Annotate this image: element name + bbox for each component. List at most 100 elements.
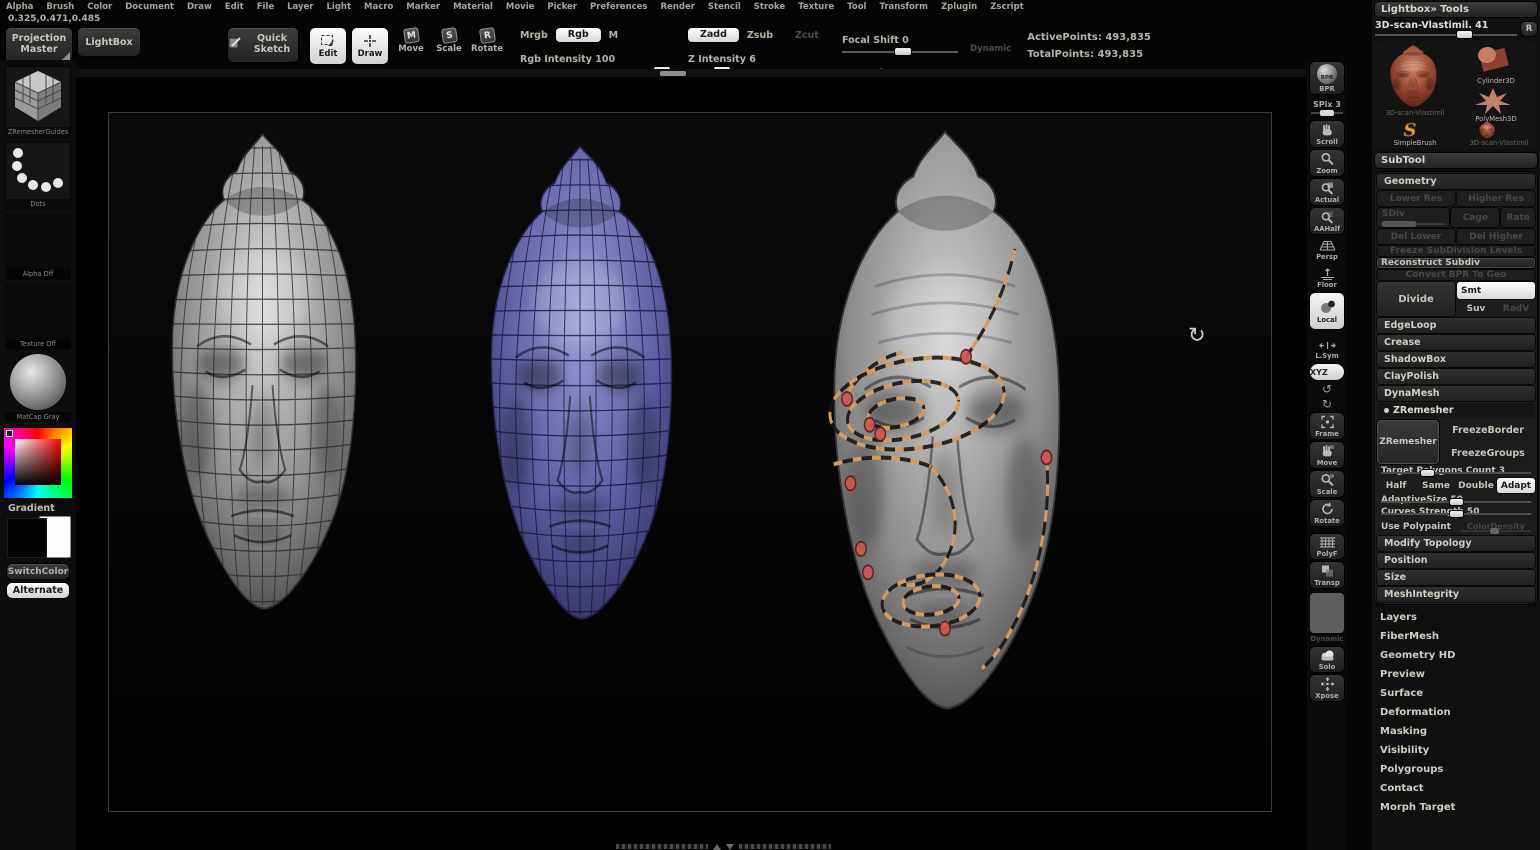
zsub-toggle[interactable]: Zsub [747, 30, 773, 41]
subsection-edgeloop[interactable]: EdgeLoop [1377, 318, 1535, 333]
cage-button[interactable]: Cage [1451, 208, 1499, 227]
target-polygons-slider[interactable]: Target Polygons Count 3 [1377, 466, 1535, 476]
color-picker[interactable] [4, 428, 72, 498]
rotate-canvas-icon[interactable]: ↻ [1188, 323, 1206, 347]
tool-thumb-polymesh3d[interactable] [1473, 87, 1513, 115]
menu-document[interactable]: Document [125, 2, 174, 12]
color-density-slider[interactable]: ColorDensity [1457, 519, 1535, 534]
transp-button[interactable]: Transp [1310, 562, 1344, 588]
tool-thumb-simplebrush[interactable]: S [1397, 121, 1423, 139]
rotate-canvas-button[interactable]: Rotate [1310, 500, 1344, 526]
menu-preferences[interactable]: Preferences [590, 2, 648, 12]
tool-thumb-recent-head[interactable] [1475, 121, 1499, 139]
subsection-crease[interactable]: Crease [1377, 335, 1535, 350]
scale-button[interactable]: S Scale [434, 28, 464, 62]
section-masking[interactable]: Masking [1380, 723, 1537, 739]
current-tool-slider[interactable]: 3D-scan-Vlastimil. 41 [1375, 20, 1517, 38]
subsection-meshintegrity[interactable]: MeshIntegrity [1377, 587, 1535, 602]
current-texture-thumbnail[interactable]: Texture Off [5, 284, 71, 350]
actual-button[interactable]: Actual [1310, 179, 1344, 205]
subsection-claypolish[interactable]: ClayPolish [1377, 369, 1535, 384]
section-contact[interactable]: Contact [1380, 780, 1537, 796]
convert-bpr-button[interactable]: Convert BPR To Geo [1377, 270, 1535, 280]
persp-button[interactable]: Persp [1310, 237, 1344, 262]
subsection-position[interactable]: Position [1377, 553, 1535, 568]
zcut-toggle[interactable]: Zcut [795, 30, 819, 41]
use-polypaint-toggle[interactable]: Use Polypaint [1377, 519, 1455, 534]
curves-strength-slider[interactable]: Curves Strength 50 [1377, 507, 1535, 517]
menu-render[interactable]: Render [661, 2, 695, 12]
orbit-left-button[interactable]: ↺ [1310, 383, 1344, 395]
menu-draw[interactable]: Draw [187, 2, 212, 12]
subsection-size[interactable]: Size [1377, 570, 1535, 585]
subsection-dynamesh[interactable]: DynaMesh [1377, 386, 1535, 401]
lightbox-button[interactable]: LightBox [78, 28, 140, 56]
section-layers[interactable]: Layers [1380, 609, 1537, 625]
adaptive-size-slider[interactable]: AdaptiveSize 50 [1377, 495, 1535, 505]
menu-tool[interactable]: Tool [847, 2, 866, 12]
saturation-value-square[interactable] [15, 439, 61, 485]
section-morph-target[interactable]: Morph Target [1380, 799, 1537, 815]
mrgb-toggle[interactable]: Mrgb [520, 30, 548, 41]
bottom-tray-divider[interactable] [616, 843, 842, 850]
zadd-toggle[interactable]: Zadd [688, 28, 739, 42]
rgb-toggle[interactable]: Rgb [556, 28, 601, 42]
main-color-swatch[interactable] [7, 518, 47, 558]
dynamic-toggle[interactable]: Dynamic [970, 44, 1011, 54]
section-preview[interactable]: Preview [1380, 666, 1537, 682]
menu-brush[interactable]: Brush [46, 2, 74, 12]
polyf-button[interactable]: PolyF [1310, 534, 1344, 559]
floor-button[interactable]: Floor [1310, 265, 1344, 290]
section-visibility[interactable]: Visibility [1380, 742, 1537, 758]
focal-shift-slider[interactable] [842, 47, 958, 56]
double-button[interactable]: Double [1457, 478, 1495, 493]
menu-movie[interactable]: Movie [506, 2, 535, 12]
edit-button[interactable]: Edit [310, 28, 346, 64]
higher-res-button[interactable]: Higher Res [1457, 191, 1535, 206]
orbit-right-button[interactable]: ↻ [1310, 398, 1344, 410]
menu-marker[interactable]: Marker [406, 2, 440, 12]
current-alpha-thumbnail[interactable]: Alpha Off [5, 214, 71, 280]
menu-macro[interactable]: Macro [364, 2, 393, 12]
move-canvas-button[interactable]: Move [1310, 442, 1344, 468]
shelf-divider-handle[interactable] [660, 71, 686, 76]
sdiv-slider[interactable]: SDiv [1377, 208, 1449, 227]
tool-thumb-cylinder3d[interactable] [1467, 43, 1519, 77]
m-toggle[interactable]: M [609, 30, 618, 41]
quick-sketch-button[interactable]: Quick Sketch [228, 28, 298, 62]
draw-button[interactable]: Draw [352, 28, 388, 64]
xyz-button[interactable]: XYZ [1310, 364, 1344, 380]
current-stroke-thumbnail[interactable]: Dots [5, 142, 71, 210]
menu-stroke[interactable]: Stroke [754, 2, 785, 12]
menu-color[interactable]: Color [87, 2, 112, 12]
lightbox-tools-header[interactable]: Lightbox» Tools [1375, 2, 1537, 17]
alternate-button[interactable]: Alternate [7, 583, 69, 598]
suv-toggle[interactable]: Suv [1457, 301, 1495, 316]
menu-stencil[interactable]: Stencil [708, 2, 741, 12]
del-higher-button[interactable]: Del Higher [1457, 229, 1535, 244]
bpr-button[interactable]: BPR BPR [1310, 62, 1344, 94]
menu-zplugin[interactable]: Zplugin [941, 2, 977, 12]
local-button[interactable]: Local [1310, 293, 1344, 329]
half-button[interactable]: Half [1377, 478, 1415, 493]
aahalf-button[interactable]: AAHalf [1310, 208, 1344, 234]
freeze-subdivision-button[interactable]: Freeze SubDivision Levels [1377, 246, 1535, 256]
subsection-modify-topology[interactable]: Modify Topology [1377, 536, 1535, 551]
menu-picker[interactable]: Picker [547, 2, 577, 12]
menu-transform[interactable]: Transform [879, 2, 928, 12]
tool-thumb-selected[interactable] [1377, 43, 1449, 109]
dynamic-button[interactable]: Dynamic [1310, 591, 1344, 644]
solo-button[interactable]: Solo [1310, 647, 1344, 672]
section-fibermesh[interactable]: FiberMesh [1380, 628, 1537, 644]
frame-button[interactable]: Frame [1310, 413, 1344, 439]
section-surface[interactable]: Surface [1380, 685, 1537, 701]
section-geometry-hd[interactable]: Geometry HD [1380, 647, 1537, 663]
move-button[interactable]: M Move [396, 28, 426, 62]
freeze-border-toggle[interactable]: FreezeBorder [1441, 420, 1535, 441]
lower-res-button[interactable]: Lower Res [1377, 191, 1455, 206]
menu-texture[interactable]: Texture [798, 2, 834, 12]
radv-toggle[interactable]: RadV [1497, 301, 1535, 316]
document-canvas[interactable]: ↻ [76, 77, 1307, 850]
rate-button[interactable]: Rate [1501, 208, 1535, 227]
zremesher-section-header[interactable]: ZRemesher [1377, 403, 1535, 418]
